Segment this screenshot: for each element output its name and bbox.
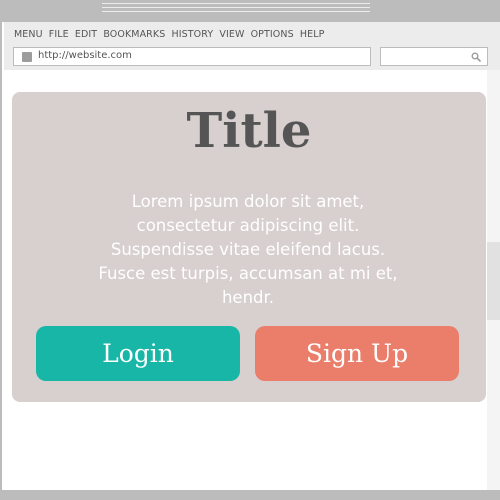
login-button[interactable]: Login <box>36 326 240 381</box>
hero-description: Lorem ipsum dolor sit amet, consectetur … <box>98 192 398 307</box>
menu-item-edit[interactable]: EDIT <box>75 29 97 40</box>
url-text[interactable]: http://website.com <box>38 50 132 61</box>
search-input[interactable] <box>380 47 488 66</box>
search-icon[interactable] <box>471 52 481 62</box>
address-bar[interactable]: http://website.com <box>13 47 371 66</box>
browser-chrome: MENU FILE EDIT BOOKMARKS HISTORY VIEW OP… <box>4 22 500 70</box>
window-title-bar[interactable] <box>2 0 500 22</box>
scrollbar-thumb[interactable] <box>487 242 500 320</box>
menu-item-bookmarks[interactable]: BOOKMARKS <box>103 29 165 40</box>
menu-item-help[interactable]: HELP <box>300 29 325 40</box>
menu-item-file[interactable]: FILE <box>49 29 69 40</box>
sign-up-button[interactable]: Sign Up <box>255 326 459 381</box>
menu-item-view[interactable]: VIEW <box>219 29 244 40</box>
window-bottom-bar <box>2 490 500 500</box>
menu-item-menu[interactable]: MENU <box>14 29 43 40</box>
drag-handle[interactable] <box>102 3 370 17</box>
menu-item-options[interactable]: OPTIONS <box>251 29 294 40</box>
page-favicon-icon <box>22 52 32 62</box>
browser-window: MENU FILE EDIT BOOKMARKS HISTORY VIEW OP… <box>0 0 500 500</box>
menu-bar: MENU FILE EDIT BOOKMARKS HISTORY VIEW OP… <box>14 29 327 43</box>
menu-item-history[interactable]: HISTORY <box>171 29 213 40</box>
page-title: Title <box>186 103 312 159</box>
